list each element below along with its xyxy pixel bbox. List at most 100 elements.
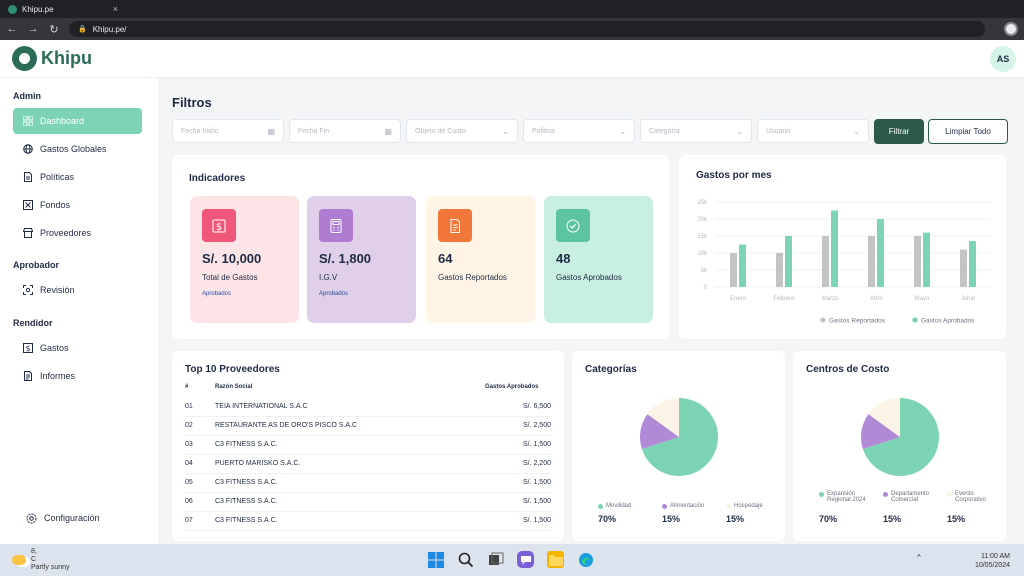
sidebar-item-revision[interactable]: Revisión — [13, 277, 142, 303]
table-row[interactable]: 04 PUERTO MARISKO S.A.C. S/. 2,200 — [185, 455, 551, 474]
legend-label: Evento Corporativo — [955, 491, 987, 503]
table-row[interactable]: 07 C3 FITNESS S.A.C. S/. 1,500 — [185, 512, 551, 531]
sidebar-item-label: Gastos Globales — [40, 144, 107, 154]
calendar-icon[interactable]: ▦ — [384, 127, 392, 136]
centros-costo-title: Centros de Costo — [806, 364, 890, 375]
fecha-inicio-field[interactable]: Fecha Inicio ▦ — [172, 119, 284, 143]
sidebar-item-dashboard[interactable]: Dashboard — [13, 108, 142, 134]
sidebar-item-politicas[interactable]: Políticas — [13, 164, 142, 190]
table-row[interactable]: 01 TEIA INTERNATIONAL S.A.C S/. 6,500 — [185, 398, 551, 417]
favicon-icon — [8, 4, 17, 14]
x-tick-label: Febrero — [773, 296, 795, 302]
legend-item-hospedaje: Hospedaje — [726, 503, 782, 509]
bar-reportados[interactable] — [822, 236, 829, 287]
indicator-value: S/. 10,000 — [202, 251, 262, 266]
bar-reportados[interactable] — [960, 249, 967, 287]
politica-select[interactable]: Política ⌄ — [523, 119, 635, 143]
document-icon — [22, 172, 33, 183]
task-view-icon[interactable] — [487, 551, 504, 568]
sidebar-item-configuracion[interactable]: Configuración — [17, 505, 146, 531]
row-amount: S/. 6,500 — [522, 403, 551, 410]
file-explorer-icon[interactable] — [547, 551, 564, 568]
bar-aprobados[interactable] — [785, 236, 792, 287]
table-row[interactable]: 05 C3 FITNESS S.A.C. S/. 1,500 — [185, 474, 551, 493]
sidebar-item-label: Dashboard — [40, 116, 85, 126]
fund-icon — [22, 200, 33, 211]
y-tick-label: 20k — [697, 217, 708, 223]
store-icon — [22, 228, 33, 239]
sidebar-section-aprobador: Aprobador — [13, 260, 59, 270]
browser-tab[interactable]: Khipu.pe × — [0, 0, 126, 18]
bar-aprobados[interactable] — [923, 232, 930, 287]
teams-chat-icon[interactable] — [517, 551, 534, 568]
browser-profile-icon[interactable] — [1004, 22, 1018, 36]
address-bar[interactable]: 🔒 Khipu.pe/ — [69, 21, 985, 37]
categoria-select[interactable]: Categoría ⌄ — [640, 119, 752, 143]
weather-widget[interactable]: 8, C Partly sunny — [12, 548, 70, 572]
row-number: 07 — [185, 517, 193, 524]
objeto-costo-select[interactable]: Objeto de Costo ⌄ — [406, 119, 518, 143]
x-tick-label: Junio — [961, 296, 976, 302]
system-tray-chevron-icon[interactable]: ^ — [917, 553, 921, 562]
bar-reportados[interactable] — [776, 253, 783, 287]
sidebar-item-fondos[interactable]: Fondos — [13, 192, 142, 218]
usuario-select[interactable]: Usuario ⌄ — [757, 119, 869, 143]
gastos-mes-title: Gastos por mes — [696, 170, 772, 181]
sidebar-item-label: Revisión — [40, 285, 75, 295]
back-icon[interactable]: ← — [6, 23, 18, 35]
bar-reportados[interactable] — [868, 236, 875, 287]
limpiar-todo-button[interactable]: Limpiar Todo — [928, 119, 1008, 144]
legend-pct: 15% — [947, 514, 966, 524]
table-row[interactable]: 03 C3 FITNESS S.A.C. S/. 1,500 — [185, 436, 551, 455]
forward-icon[interactable]: → — [27, 23, 39, 35]
bar-reportados[interactable] — [730, 253, 737, 287]
filters-title: Filtros — [172, 95, 212, 110]
edge-browser-icon[interactable] — [577, 551, 594, 568]
bar-aprobados[interactable] — [969, 241, 976, 287]
tab-close-icon[interactable]: × — [113, 4, 118, 14]
dashboard-icon — [22, 116, 33, 127]
table-row[interactable]: 02 RESTAURANTE AS DE ORO'S PISCO S.A.C S… — [185, 417, 551, 436]
taskbar-clock[interactable]: 11:00 AM 10/05/2024 — [975, 552, 1010, 570]
categorias-title: Categorías — [585, 364, 637, 375]
indicator-igv[interactable]: S/. 1,800 I.G.V Aprobados — [307, 196, 416, 323]
row-razon-social: C3 FITNESS S.A.C. — [215, 479, 278, 486]
report-icon — [22, 371, 33, 382]
avatar[interactable]: AS — [990, 46, 1016, 72]
indicator-label: Gastos Aprobados — [556, 273, 622, 282]
field-placeholder: Usuario — [766, 127, 791, 135]
indicator-gastos-aprobados[interactable]: 48 Gastos Aprobados — [544, 196, 653, 323]
filtrar-button[interactable]: Filtrar — [874, 119, 924, 144]
logo[interactable]: Khipu — [12, 46, 92, 71]
logo-text: Khipu — [41, 48, 92, 68]
indicator-value: S/. 1,800 — [319, 251, 372, 266]
fecha-fin-field[interactable]: Fecha Fin ▦ — [289, 119, 401, 143]
sidebar-section-rendidor: Rendidor — [13, 318, 53, 328]
legend-item-expansion: Expansión Regional 2024 — [819, 491, 877, 503]
bar-aprobados[interactable] — [877, 219, 884, 287]
search-icon[interactable] — [457, 551, 474, 568]
legend-label: Expansión Regional 2024 — [827, 491, 866, 503]
x-tick-label: Marzo — [822, 296, 839, 302]
windows-start-icon[interactable] — [427, 551, 444, 568]
table-row[interactable]: 06 C3 FITNESS S.A.C. S/. 1,500 — [185, 493, 551, 512]
check-circle-icon — [556, 209, 590, 242]
indicator-total-gastos[interactable]: $ S/. 10,000 Total de Gastos Aprobados — [190, 196, 299, 323]
bar-aprobados[interactable] — [739, 244, 746, 288]
sidebar-item-proveedores[interactable]: Proveedores — [13, 220, 142, 246]
row-number: 03 — [185, 441, 193, 448]
bar-aprobados[interactable] — [831, 210, 838, 288]
legend-label: Departamento Comercial — [891, 491, 930, 503]
app-header: Khipu AS — [0, 40, 1024, 78]
indicator-gastos-reportados[interactable]: 64 Gastos Reportados — [426, 196, 535, 323]
sidebar-item-gastos[interactable]: $ Gastos — [13, 335, 142, 361]
calendar-icon[interactable]: ▦ — [267, 127, 275, 136]
sidebar-item-gastos-globales[interactable]: Gastos Globales — [13, 136, 142, 162]
reload-icon[interactable]: ↻ — [48, 23, 60, 36]
sidebar-item-informes[interactable]: Informes — [13, 363, 142, 389]
legend-label: Hospedaje — [734, 503, 763, 509]
row-razon-social: C3 FITNESS S.A.C. — [215, 517, 278, 524]
row-razon-social: TEIA INTERNATIONAL S.A.C — [215, 403, 308, 410]
bar-reportados[interactable] — [914, 236, 921, 287]
field-placeholder: Política — [532, 127, 555, 135]
